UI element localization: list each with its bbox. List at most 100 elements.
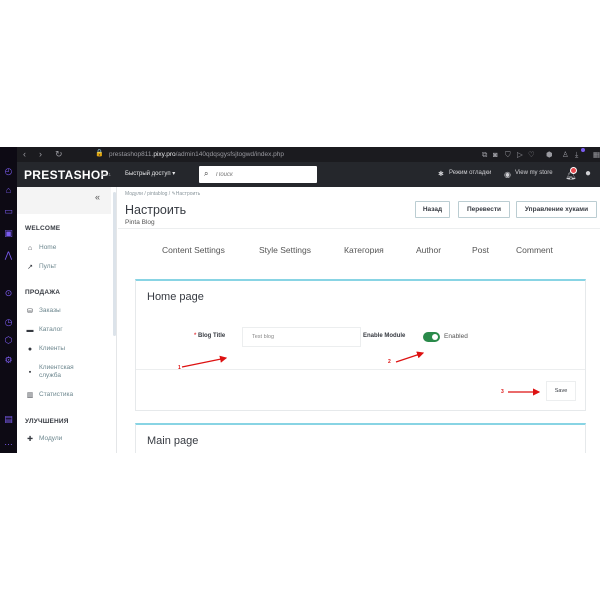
annotation-2: 2 [388,359,391,365]
forward-icon[interactable]: › [39,149,42,160]
camera-icon[interactable]: ◙ [493,149,498,160]
chat-icon: ▪ [28,369,32,376]
panel-title: Home page [147,291,204,303]
snapshot-icon[interactable]: ⧉ [482,149,487,160]
translate-button[interactable]: Перевести [458,201,510,218]
speed-dial-icon[interactable]: ◴ [3,166,14,177]
cube-icon[interactable]: ⬢ [546,149,553,160]
user-account-icon[interactable]: ● [585,169,591,179]
tab-post[interactable]: Post [472,245,489,255]
wallet-icon[interactable]: ▣ [3,228,14,239]
sidebar-item-home[interactable]: ⌂ Home [25,244,110,258]
sidebar-item-label: Пульт [39,263,57,270]
header-divider [118,228,600,229]
sidebar-item-customer-service[interactable]: ▪ Клиентская служба [25,364,110,386]
breadcrumb-modules[interactable]: Модули [125,191,143,197]
sidebar-item-label: Заказы [39,307,61,314]
settings-tabs: Content Settings Style Settings Категори… [118,245,600,259]
box-icon[interactable]: ⬡ [3,335,14,346]
tab-category[interactable]: Категория [344,245,384,255]
shopping-bag-icon[interactable]: ⌂ [3,185,14,196]
url-path: /admin140qdqsgysfsjtogwd/index.php [175,151,285,158]
blog-title-label: * Blog Title [194,333,225,339]
aria-icon[interactable]: ⋀ [3,250,14,261]
back-icon[interactable]: ‹ [23,149,26,160]
enable-module-state: Enabled [444,333,468,340]
sidebar-item-label: Каталог [39,326,63,333]
sidebar-item-label: Клиентская служба [39,364,74,380]
address-bar[interactable]: prestashop811.pixy.pro/admin140qdqsgysfs… [109,149,284,160]
sidebar-item-dashboard[interactable]: ↗ Пульт [25,263,110,277]
player-icon[interactable]: ⊙ [3,288,14,299]
manage-hooks-button[interactable]: Управление хуками [516,201,597,218]
view-store-link[interactable]: View my store [515,170,553,176]
main-content: Модули / pintablog / ✎Настроить Настроит… [118,187,600,453]
prestashop-logo[interactable]: PRESTASHOP [24,168,109,182]
profile-icon[interactable]: ♙ [562,149,569,160]
enable-module-label: Enable Module [363,333,406,339]
page-title: Настроить [125,203,187,217]
sidebar-item-catalog[interactable]: ▬ Каталог [25,326,110,340]
eye-icon: ◉ [504,170,511,179]
sidebar-item-label: Home [39,244,57,251]
pinboard-icon[interactable]: ▤ [3,414,14,425]
more-icon[interactable]: … [3,437,14,448]
menu-icon[interactable]: ▦ [593,149,600,160]
account-icon: ● [27,346,33,353]
search-icon[interactable]: ⌕ [204,169,208,179]
sidebar-section-improve: УЛУЧШЕНИЯ [25,418,69,425]
heart-icon[interactable]: ♡ [528,149,535,160]
debug-mode-link[interactable]: Режим отладки [449,170,491,176]
download-icon[interactable]: ⤓ [575,149,578,160]
history-icon[interactable]: ◷ [3,317,14,328]
puzzle-icon: ✚ [27,436,33,443]
search-input[interactable] [216,169,311,180]
browser-sidebar-dock: ◴ ⌂ ▭ ▣ ⋀ ⊙ ◷ ⬡ ⚙ ▤ … [0,147,17,453]
home-page-panel: Home page * Blog Title Enable Module Ena… [135,279,586,411]
settings-icon[interactable]: ⚙ [3,355,14,366]
shield-icon[interactable]: ⛉ [505,149,511,160]
tab-style-settings[interactable]: Style Settings [259,245,311,255]
trending-icon: ↗ [27,264,33,271]
sidebar-scrollbar[interactable] [113,192,116,336]
page-subtitle: Pinta Blog [125,219,155,226]
breadcrumb: Модули / pintablog / ✎Настроить [125,191,200,197]
sidebar-section-welcome: WELCOME [25,225,61,232]
tab-author[interactable]: Author [416,245,441,255]
sidebar-top: « [17,187,111,214]
browser-toolbar: ‹ › ↻ 🔒 prestashop811.pixy.pro/admin140q… [17,147,600,162]
messenger-icon[interactable]: ▭ [3,206,14,217]
sidebar-item-orders[interactable]: ⛁ Заказы [25,307,110,321]
label-line-2: служба [39,372,61,379]
sidebar-item-label: Модули [39,435,63,442]
quick-access-dropdown[interactable]: Быстрый доступ ▾ [125,170,175,177]
admin-sidebar: « WELCOME ⌂ Home ↗ Пульт ПРОДАЖА ⛁ Заказы ▬… [17,187,117,453]
basket-icon: ⛁ [27,308,33,315]
chart-icon: ▥ [26,392,34,399]
panel-title: Main page [147,435,199,447]
enable-module-switch[interactable] [423,332,440,342]
sidebar-section-sales: ПРОДАЖА [25,289,61,296]
save-button[interactable]: Save [546,381,576,401]
breadcrumb-module[interactable]: pintablog [147,191,167,197]
search-box[interactable]: ⌕ [199,166,317,183]
collapse-sidebar-icon[interactable]: « [95,192,100,202]
bug-icon: ✱ [438,171,444,178]
sidebar-item-stats[interactable]: ▥ Статистика [25,391,110,405]
tab-content-settings[interactable]: Content Settings [162,245,225,255]
breadcrumb-current: Настроить [175,191,201,197]
label-text: Blog Title [198,333,226,339]
back-button[interactable]: Назад [415,201,450,218]
panel-footer-divider [136,369,585,370]
url-domain: pixy.pro [153,151,176,158]
store-icon: ▬ [26,327,34,334]
screenshot-frame: ◴ ⌂ ▭ ▣ ⋀ ⊙ ◷ ⬡ ⚙ ▤ … ‹ › ↻ 🔒 prestashop… [0,147,600,453]
blog-title-input[interactable] [242,327,361,347]
label-line-1: Клиентская [39,364,74,371]
play-icon[interactable]: ▷ [517,149,523,160]
reload-icon[interactable]: ↻ [55,149,63,160]
sidebar-item-customers[interactable]: ● Клиенты [25,345,110,359]
download-badge [581,148,585,152]
sidebar-item-modules[interactable]: ✚ Модули [25,435,110,449]
tab-comment[interactable]: Comment [516,245,553,255]
